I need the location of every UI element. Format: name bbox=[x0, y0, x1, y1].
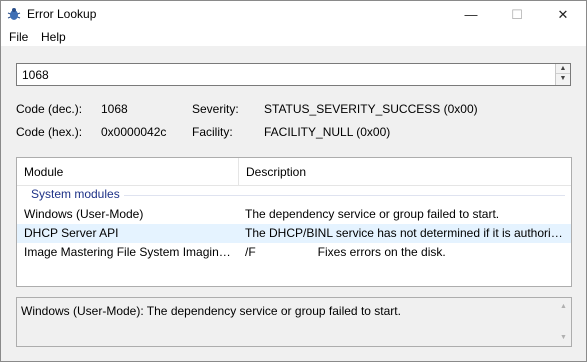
table-row[interactable]: Image Mastering File System Imaging API.… bbox=[17, 243, 571, 262]
bug-icon bbox=[7, 8, 21, 20]
error-code-spinner: ▲ ▼ bbox=[555, 64, 570, 85]
error-code-field: ▲ ▼ bbox=[16, 63, 571, 86]
facility-label: Facility: bbox=[192, 125, 233, 139]
minimize-button[interactable]: — bbox=[448, 1, 494, 28]
detail-panel: Windows (User-Mode): The dependency serv… bbox=[16, 297, 572, 347]
title-bar: Error Lookup — ☐ ✕ bbox=[1, 1, 586, 28]
group-header[interactable]: System modules bbox=[17, 186, 571, 204]
detail-text: Windows (User-Mode): The dependency serv… bbox=[21, 304, 401, 318]
row-module: Windows (User-Mode) bbox=[24, 207, 144, 221]
menu-file[interactable]: File bbox=[8, 30, 29, 44]
close-button[interactable]: ✕ bbox=[540, 1, 586, 28]
row-description: The DHCP/BINL service has not determined… bbox=[245, 226, 563, 240]
table-header: Module Description bbox=[17, 158, 571, 186]
error-lookup-window: Error Lookup — ☐ ✕ File Help ▲ ▼ Code (d… bbox=[0, 0, 587, 362]
code-hex-label: Code (hex.): bbox=[16, 125, 83, 139]
row-description-text: Fixes errors on the disk. bbox=[317, 245, 446, 259]
group-label: System modules bbox=[31, 187, 124, 201]
facility-value: FACILITY_NULL (0x00) bbox=[264, 125, 391, 139]
scroll-down-arrow-icon[interactable]: ▼ bbox=[556, 331, 571, 345]
code-hex-value: 0x0000042c bbox=[101, 125, 167, 139]
row-description: /F Fixes errors on the disk. bbox=[245, 243, 563, 262]
table-row-selected[interactable]: DHCP Server API The DHCP/BINL service ha… bbox=[17, 224, 571, 243]
column-header-description[interactable]: Description bbox=[239, 158, 571, 186]
group-divider bbox=[121, 195, 565, 196]
column-header-module[interactable]: Module bbox=[17, 158, 239, 186]
menu-bar: File Help bbox=[1, 28, 586, 46]
window-title: Error Lookup bbox=[27, 7, 97, 21]
severity-label: Severity: bbox=[192, 102, 239, 116]
spin-up-button[interactable]: ▲ bbox=[556, 64, 570, 74]
row-description: The dependency service or group failed t… bbox=[245, 207, 500, 221]
severity-value: STATUS_SEVERITY_SUCCESS (0x00) bbox=[264, 102, 478, 116]
code-dec-value: 1068 bbox=[101, 102, 128, 116]
detail-scrollbar[interactable]: ▲ ▼ bbox=[556, 298, 571, 346]
maximize-button[interactable]: ☐ bbox=[494, 1, 540, 28]
row-module: DHCP Server API bbox=[24, 226, 119, 240]
error-code-input[interactable] bbox=[17, 64, 555, 85]
row-module: Image Mastering File System Imaging API.… bbox=[24, 245, 237, 259]
spin-down-button[interactable]: ▼ bbox=[556, 74, 570, 84]
row-description-switch: /F bbox=[245, 245, 256, 259]
results-table: Module Description System modules Window… bbox=[16, 157, 572, 287]
code-dec-label: Code (dec.): bbox=[16, 102, 83, 116]
table-row[interactable]: Windows (User-Mode) The dependency servi… bbox=[17, 205, 571, 224]
menu-help[interactable]: Help bbox=[40, 30, 67, 44]
scroll-up-arrow-icon[interactable]: ▲ bbox=[556, 300, 571, 314]
